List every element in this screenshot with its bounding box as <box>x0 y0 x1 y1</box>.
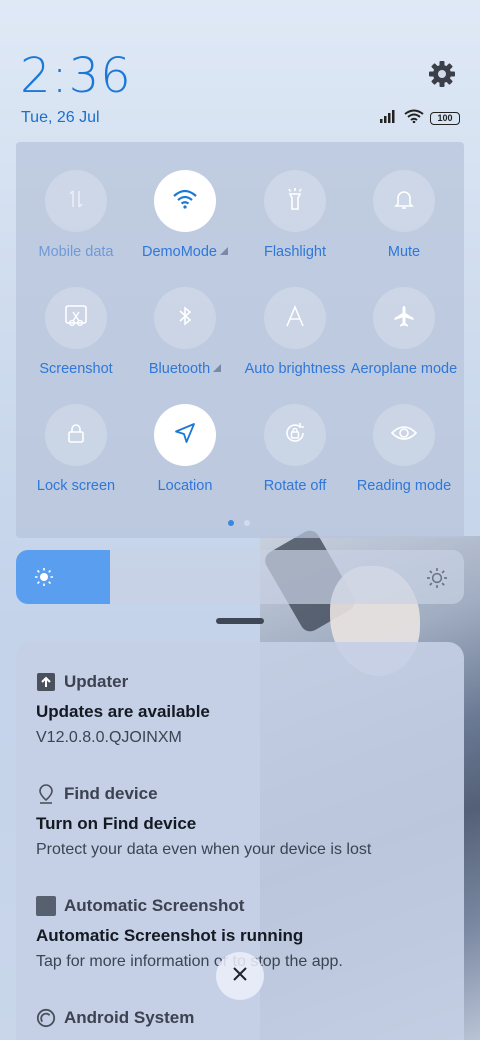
tile-label: Mute <box>387 244 421 260</box>
date[interactable]: Tue, 26 Jul <box>21 109 100 127</box>
app-square-icon <box>36 896 56 916</box>
notification-body: V12.0.8.0.QJOINXM <box>36 729 182 746</box>
tile-label: Screenshot <box>39 361 113 377</box>
notification-app-name: Updater <box>64 672 129 691</box>
tile-auto-brightness[interactable]: Auto brightness <box>240 287 350 377</box>
upload-icon <box>36 672 56 692</box>
notification-app-name: Automatic Screenshot <box>64 896 245 915</box>
tile-label: Rotate off <box>263 478 327 494</box>
bluetooth-icon <box>174 304 196 333</box>
status-icons: 100 <box>380 109 460 128</box>
expand-arrow-icon[interactable] <box>213 364 222 372</box>
tile-label: Mobile data <box>38 244 114 260</box>
notification-title: Turn on Find device <box>36 814 197 833</box>
tile-mobile-data[interactable]: Mobile data <box>21 170 131 260</box>
android-system-icon <box>36 1008 56 1028</box>
brightness-high-icon <box>426 567 448 594</box>
tile-mute[interactable]: Mute <box>349 170 459 260</box>
settings-gear-icon[interactable] <box>426 58 458 90</box>
notification-updater[interactable]: Updater Updates are available V12.0.8.0.… <box>36 672 446 747</box>
page-dot[interactable] <box>244 520 250 526</box>
page-dot-active[interactable] <box>228 520 234 526</box>
signal-icon <box>380 109 398 128</box>
location-pin-icon <box>36 784 56 804</box>
lock-icon <box>64 421 88 450</box>
rotate-lock-icon <box>282 420 308 451</box>
tile-label: Reading mode <box>356 478 452 494</box>
tile-rotate-off[interactable]: Rotate off <box>240 404 350 494</box>
close-icon <box>231 965 249 988</box>
tile-screenshot[interactable]: Screenshot <box>21 287 131 377</box>
notification-app-name: Android System <box>64 1008 195 1027</box>
notification-android-system[interactable]: Android System <box>36 1008 446 1028</box>
mobile-data-icon <box>64 187 88 216</box>
brightness-slider[interactable] <box>16 550 464 604</box>
tile-demomode[interactable]: DemoMode <box>130 170 240 260</box>
eye-icon <box>390 423 418 448</box>
notification-title: Updates are available <box>36 702 210 721</box>
tile-reading-mode[interactable]: Reading mode <box>349 404 459 494</box>
tile-label: Auto brightness <box>244 361 346 377</box>
wifi-icon <box>172 188 198 215</box>
quick-settings-panel: Mobile data DemoMode Flashlight Mute Scr… <box>16 142 464 538</box>
tile-lock-screen[interactable]: Lock screen <box>21 404 131 494</box>
tile-label: Lock screen <box>36 478 116 494</box>
notification-body: Protect your data even when your device … <box>36 841 372 858</box>
tile-label: Aeroplane mode <box>350 361 458 377</box>
clear-notifications-button[interactable] <box>216 952 264 1000</box>
battery-icon: 100 <box>430 111 460 125</box>
notification-app-name: Find device <box>64 784 158 803</box>
tile-location[interactable]: Location <box>130 404 240 494</box>
auto-brightness-icon <box>283 304 307 333</box>
brightness-fill <box>16 550 111 604</box>
location-icon <box>173 421 197 450</box>
notification-find-device[interactable]: Find device Turn on Find device Protect … <box>36 784 446 859</box>
expand-arrow-icon[interactable] <box>219 247 228 255</box>
brightness-low-icon <box>34 567 54 592</box>
screenshot-icon <box>63 303 89 334</box>
tile-label: DemoMode <box>142 244 217 260</box>
clock[interactable]: 2:36 <box>20 48 132 104</box>
quick-settings-pager <box>228 520 250 526</box>
drag-handle[interactable] <box>216 618 264 624</box>
flashlight-icon <box>283 186 307 217</box>
wifi-icon <box>404 109 424 128</box>
tile-label: Flashlight <box>263 244 327 260</box>
tile-bluetooth[interactable]: Bluetooth <box>130 287 240 377</box>
tile-flashlight[interactable]: Flashlight <box>240 170 350 260</box>
bell-icon <box>392 187 416 216</box>
tile-label: Bluetooth <box>148 361 211 377</box>
tile-aeroplane-mode[interactable]: Aeroplane mode <box>349 287 459 377</box>
tile-label: Location <box>157 478 213 494</box>
notification-title: Automatic Screenshot is running <box>36 926 304 945</box>
airplane-icon <box>392 304 416 333</box>
